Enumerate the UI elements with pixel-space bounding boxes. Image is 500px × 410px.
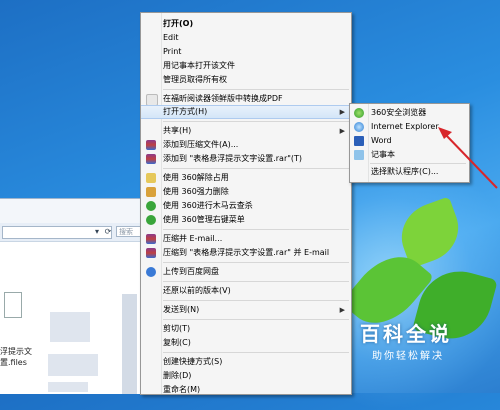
watermark-logo: 百科全说 助你轻松解决 (350, 318, 470, 366)
watermark-title: 百科全说 (360, 322, 452, 346)
watermark-subtitle: 助你轻松解决 (372, 351, 444, 362)
